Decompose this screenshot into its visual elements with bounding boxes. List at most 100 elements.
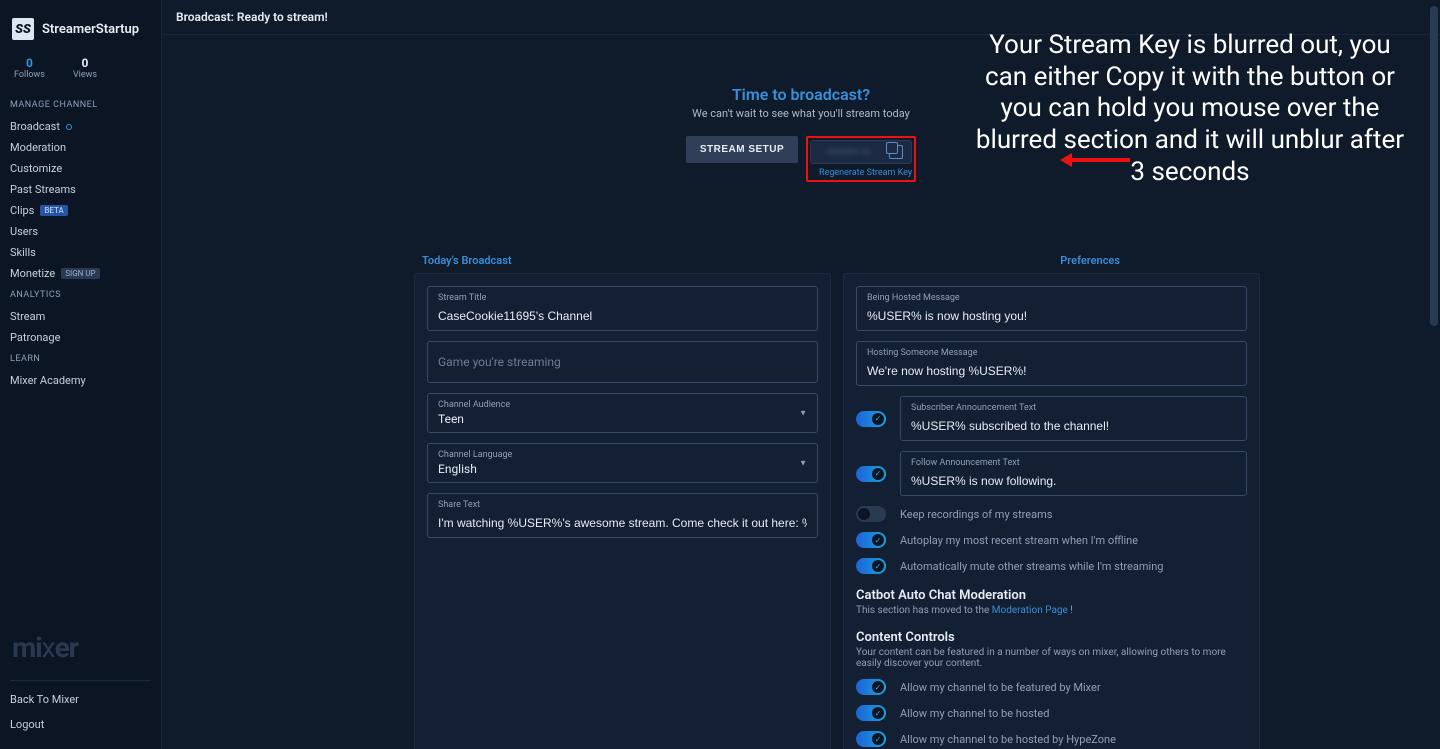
catbot-title: Catbot Auto Chat Moderation bbox=[856, 588, 1247, 603]
field-label: Channel Audience bbox=[438, 400, 807, 410]
status-indicator-icon bbox=[66, 124, 72, 130]
stream-title-field[interactable]: Stream Title bbox=[427, 286, 818, 331]
stream-title-input[interactable] bbox=[438, 309, 807, 323]
hypezone-toggle[interactable]: ✓ bbox=[856, 731, 886, 747]
broadcast-panel: Stream Title Game you're streaming Chann… bbox=[414, 273, 831, 749]
divider bbox=[10, 680, 151, 681]
check-icon: ✓ bbox=[872, 534, 884, 546]
automute-toggle[interactable]: ✓ bbox=[856, 558, 886, 574]
back-to-mixer-link[interactable]: Back To Mixer bbox=[10, 687, 151, 712]
moderation-page-link[interactable]: Moderation Page bbox=[992, 605, 1068, 616]
sidebar-footer: mixer Back To Mixer Logout bbox=[0, 625, 161, 749]
hypezone-row: ✓ Allow my channel to be hosted by HypeZ… bbox=[856, 731, 1247, 747]
language-select[interactable]: Channel Language English bbox=[427, 443, 818, 483]
game-field[interactable]: Game you're streaming bbox=[427, 341, 818, 383]
signup-badge: SIGN UP bbox=[61, 268, 99, 279]
field-label: Stream Title bbox=[438, 293, 807, 303]
check-icon: ✓ bbox=[872, 733, 884, 745]
hero-title: Time to broadcast? bbox=[162, 85, 1440, 104]
app-logo: SS bbox=[12, 18, 34, 40]
toggle-label: Keep recordings of my streams bbox=[900, 508, 1052, 521]
subscriber-input[interactable] bbox=[911, 419, 1236, 433]
sidebar-item-label: Stream bbox=[10, 310, 45, 323]
mixer-logo: mixer bbox=[10, 625, 151, 674]
follows-label: Follows bbox=[14, 70, 45, 80]
hero-subtitle: We can't wait to see what you'll stream … bbox=[162, 107, 1440, 120]
toggle-label: Automatically mute other streams while I… bbox=[900, 560, 1163, 573]
sidebar-item-label: Past Streams bbox=[10, 183, 76, 196]
stream-key-blurred[interactable]: ••••••• •• bbox=[819, 147, 879, 158]
keep-recordings-toggle[interactable] bbox=[856, 506, 886, 522]
sidebar-item-users[interactable]: Users bbox=[0, 221, 161, 242]
sidebar-item-label: Monetize bbox=[10, 267, 55, 280]
subscriber-announcement-field[interactable]: Subscriber Announcement Text bbox=[900, 396, 1247, 441]
catbot-description: This section has moved to the Moderation… bbox=[856, 605, 1247, 616]
sidebar-item-moderation[interactable]: Moderation bbox=[0, 137, 161, 158]
follow-input[interactable] bbox=[911, 474, 1236, 488]
sidebar-item-patronage[interactable]: Patronage bbox=[0, 327, 161, 348]
stream-key-row: STREAM SETUP ••••••• •• Regenerate Strea… bbox=[162, 136, 1440, 182]
copy-icon[interactable] bbox=[889, 145, 903, 159]
views-label: Views bbox=[73, 70, 97, 80]
stream-setup-button[interactable]: STREAM SETUP bbox=[686, 136, 798, 163]
sidebar-item-mixer-academy[interactable]: Mixer Academy bbox=[0, 370, 161, 391]
audience-select[interactable]: Channel Audience Teen bbox=[427, 393, 818, 433]
sidebar: SS StreamerStartup 0 Follows 0 Views MAN… bbox=[0, 0, 162, 749]
follow-toggle-row: ✓ Follow Announcement Text bbox=[856, 451, 1247, 496]
being-hosted-field[interactable]: Being Hosted Message bbox=[856, 286, 1247, 331]
content-controls-title: Content Controls bbox=[856, 630, 1247, 645]
audience-value: Teen bbox=[438, 412, 807, 426]
share-text-input[interactable] bbox=[438, 516, 807, 530]
username-label: StreamerStartup bbox=[42, 22, 139, 37]
sidebar-item-monetize[interactable]: Monetize SIGN UP bbox=[0, 263, 161, 284]
share-text-field[interactable]: Share Text bbox=[427, 493, 818, 538]
views-count: 0 bbox=[73, 56, 97, 70]
page-title-bar: Broadcast: Ready to stream! bbox=[162, 0, 1440, 35]
tabs-row: Today's Broadcast Preferences bbox=[162, 254, 1440, 273]
tab-preferences[interactable]: Preferences bbox=[1060, 254, 1120, 267]
stream-key-pill[interactable]: ••••••• •• bbox=[810, 140, 912, 164]
featured-toggle[interactable]: ✓ bbox=[856, 679, 886, 695]
autoplay-toggle[interactable]: ✓ bbox=[856, 532, 886, 548]
sidebar-item-past-streams[interactable]: Past Streams bbox=[0, 179, 161, 200]
field-label: Share Text bbox=[438, 500, 807, 510]
sidebar-item-label: Broadcast bbox=[10, 120, 60, 133]
check-icon bbox=[858, 508, 870, 520]
field-label: Follow Announcement Text bbox=[911, 458, 1236, 468]
follow-announcement-field[interactable]: Follow Announcement Text bbox=[900, 451, 1247, 496]
sidebar-item-label: Users bbox=[10, 225, 38, 238]
hosting-someone-field[interactable]: Hosting Someone Message bbox=[856, 341, 1247, 386]
scrollbar-thumb[interactable] bbox=[1430, 6, 1438, 326]
sidebar-item-broadcast[interactable]: Broadcast bbox=[0, 116, 161, 137]
section-analytics: ANALYTICS bbox=[0, 284, 161, 306]
sidebar-item-stream-analytics[interactable]: Stream bbox=[0, 306, 161, 327]
hosted-allow-toggle[interactable]: ✓ bbox=[856, 705, 886, 721]
toggle-label: Allow my channel to be hosted by HypeZon… bbox=[900, 733, 1116, 746]
logout-link[interactable]: Logout bbox=[10, 712, 151, 737]
being-hosted-input[interactable] bbox=[867, 309, 1236, 323]
hosted-allow-row: ✓ Allow my channel to be hosted bbox=[856, 705, 1247, 721]
regenerate-key-link[interactable]: Regenerate Stream Key bbox=[810, 168, 912, 178]
sidebar-item-clips[interactable]: Clips BETA bbox=[0, 200, 161, 221]
field-label: Channel Language bbox=[438, 450, 807, 460]
toggle-label: Allow my channel to be featured by Mixer bbox=[900, 681, 1101, 694]
check-icon: ✓ bbox=[872, 468, 884, 480]
follow-toggle[interactable]: ✓ bbox=[856, 466, 886, 482]
hosting-someone-input[interactable] bbox=[867, 364, 1236, 378]
tab-todays-broadcast[interactable]: Today's Broadcast bbox=[422, 254, 512, 267]
catbot-desc-pre: This section has moved to the bbox=[856, 605, 992, 616]
sidebar-item-skills[interactable]: Skills bbox=[0, 242, 161, 263]
subscriber-toggle[interactable]: ✓ bbox=[856, 411, 886, 427]
toggle-label: Autoplay my most recent stream when I'm … bbox=[900, 534, 1138, 547]
beta-badge: BETA bbox=[40, 205, 67, 216]
check-icon: ✓ bbox=[872, 681, 884, 693]
section-manage-channel: MANAGE CHANNEL bbox=[0, 94, 161, 116]
main-content: Broadcast: Ready to stream! Time to broa… bbox=[162, 0, 1440, 749]
automute-row: ✓ Automatically mute other streams while… bbox=[856, 558, 1247, 574]
stats-row: 0 Follows 0 Views bbox=[0, 48, 161, 94]
autoplay-row: ✓ Autoplay my most recent stream when I'… bbox=[856, 532, 1247, 548]
sidebar-item-customize[interactable]: Customize bbox=[0, 158, 161, 179]
sidebar-item-label: Patronage bbox=[10, 331, 60, 344]
section-learn: LEARN bbox=[0, 348, 161, 370]
check-icon: ✓ bbox=[872, 413, 884, 425]
